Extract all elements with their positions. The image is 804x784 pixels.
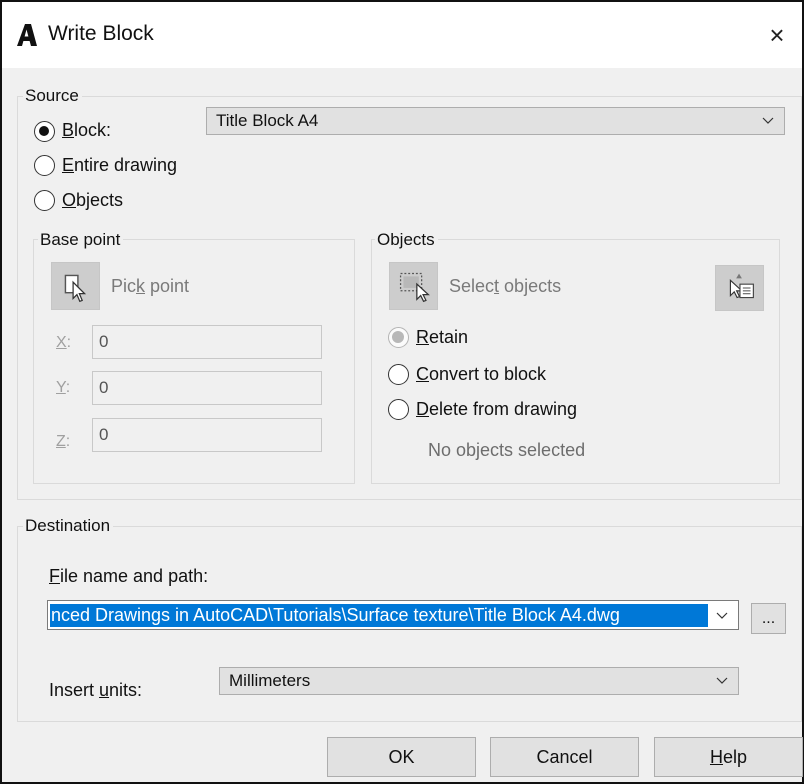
chevron-down-icon[interactable] (715, 608, 729, 622)
write-block-dialog: Write Block × Source Block: Entire drawi… (0, 0, 804, 784)
cancel-button-label: Cancel (536, 747, 593, 767)
close-icon: × (769, 20, 785, 50)
ok-button-label: OK (388, 747, 415, 767)
block-radio[interactable] (34, 121, 55, 142)
z-coordinate-value: 0 (99, 425, 109, 444)
y-coordinate-value: 0 (99, 378, 109, 397)
y-coordinate-field[interactable]: 0 (92, 371, 322, 405)
chevron-down-icon (716, 677, 728, 684)
autocad-a-icon (17, 24, 37, 46)
block-name-value: Title Block A4 (216, 111, 319, 130)
z-coordinate-field[interactable]: 0 (92, 418, 322, 452)
close-button[interactable]: × (760, 18, 794, 52)
insert-units-label: Insert units: (49, 680, 143, 700)
source-legend: Source (23, 86, 82, 106)
help-button[interactable]: Help (654, 737, 803, 777)
pick-point-icon (64, 274, 87, 303)
retain-radio-label: Retain (416, 327, 469, 347)
window-title: Write Block (48, 22, 154, 45)
convert-to-block-radio[interactable] (388, 364, 409, 385)
retain-radio[interactable] (388, 327, 409, 348)
delete-from-drawing-radio-label: Delete from drawing (416, 399, 578, 419)
file-path-input[interactable]: nced Drawings in AutoCAD\Tutorials\Surfa… (47, 600, 739, 630)
browse-button[interactable]: ... (751, 603, 786, 634)
x-coordinate-field[interactable]: 0 (92, 325, 322, 359)
insert-units-dropdown[interactable]: Millimeters (219, 667, 739, 695)
file-name-label: File name and path: (49, 566, 209, 586)
x-label: X: (56, 334, 72, 351)
selection-status: No objects selected (428, 440, 586, 460)
delete-from-drawing-radio[interactable] (388, 399, 409, 420)
quick-select-button[interactable] (715, 265, 764, 311)
destination-legend: Destination (23, 516, 114, 536)
objects-radio-label: Objects (62, 190, 124, 210)
entire-drawing-radio-label: Entire drawing (62, 155, 178, 175)
title-bar: Write Block × (2, 2, 802, 68)
block-name-dropdown[interactable]: Title Block A4 (206, 107, 785, 135)
help-button-label: Help (709, 747, 748, 767)
insert-units-value: Millimeters (229, 671, 311, 690)
pick-point-button[interactable] (51, 262, 100, 310)
convert-to-block-radio-label: Convert to block (416, 364, 547, 384)
select-objects-label: Select objects (449, 276, 562, 296)
x-coordinate-value: 0 (99, 332, 109, 351)
ok-button[interactable]: OK (327, 737, 476, 777)
z-label: Z: (56, 433, 71, 450)
base-point-legend: Base point (38, 230, 124, 250)
cancel-button[interactable]: Cancel (490, 737, 639, 777)
chevron-down-icon (762, 117, 774, 124)
block-radio-label: Block: (62, 120, 112, 140)
objects-legend: Objects (375, 230, 438, 250)
select-objects-button[interactable] (389, 262, 438, 310)
select-objects-icon (399, 272, 430, 303)
y-label: Y: (56, 379, 71, 396)
quick-select-icon (729, 273, 754, 299)
file-path-value: nced Drawings in AutoCAD\Tutorials\Surfa… (50, 604, 708, 627)
entire-drawing-radio[interactable] (34, 155, 55, 176)
objects-radio[interactable] (34, 190, 55, 211)
pick-point-label: Pick point (111, 276, 190, 296)
browse-button-label: ... (761, 610, 776, 627)
